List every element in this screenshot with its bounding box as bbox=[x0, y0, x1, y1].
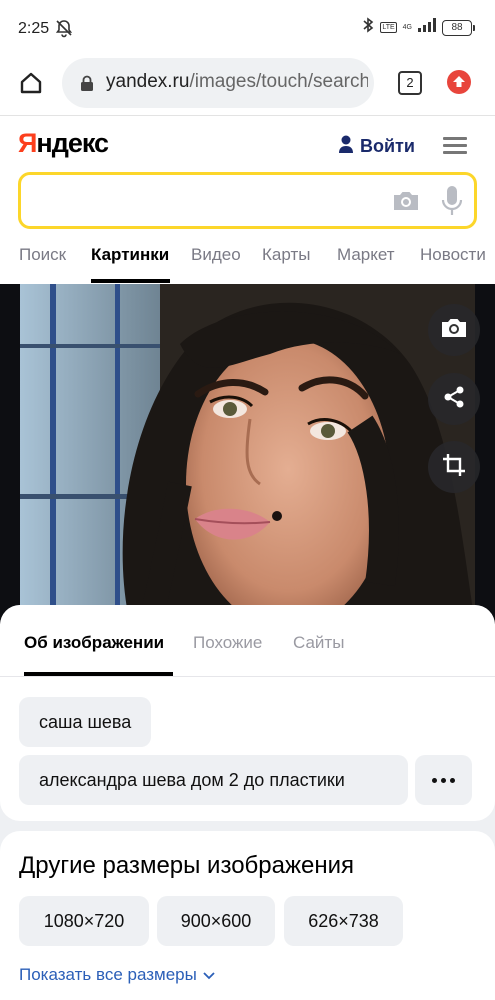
tag-chip[interactable]: александра шева дом 2 до пластики bbox=[19, 755, 408, 805]
share-icon bbox=[442, 385, 466, 414]
url-domain: yandex.ru bbox=[106, 71, 190, 92]
share-button[interactable] bbox=[428, 373, 480, 425]
mute-icon bbox=[54, 18, 74, 43]
camera-icon[interactable] bbox=[391, 189, 421, 218]
camera-search-button[interactable] bbox=[428, 304, 480, 356]
bluetooth-icon bbox=[362, 17, 374, 38]
search-input[interactable] bbox=[33, 185, 377, 217]
image-info-card: Об изображении Похожие Сайты саша шева а… bbox=[0, 605, 495, 821]
menu-icon[interactable] bbox=[443, 137, 467, 155]
size-chip[interactable]: 900×600 bbox=[157, 896, 275, 946]
url-path: /images/touch/search bbox=[189, 71, 368, 92]
camera-icon bbox=[440, 317, 468, 344]
tab-market[interactable]: Маркет bbox=[337, 245, 395, 265]
size-chip[interactable]: 1080×720 bbox=[19, 896, 149, 946]
info-tabs-divider bbox=[0, 676, 495, 677]
service-tabs: Поиск Картинки Видео Карты Маркет Новост… bbox=[0, 241, 495, 285]
address-bar[interactable]: yandex.ru/images/touch/search bbox=[62, 58, 374, 108]
more-tags-button[interactable] bbox=[415, 755, 472, 805]
url-text[interactable]: yandex.ru/images/touch/search bbox=[106, 71, 368, 93]
crop-icon bbox=[442, 453, 466, 482]
active-tab-indicator bbox=[91, 279, 170, 283]
login-label: Войти bbox=[360, 136, 415, 156]
tag-chip[interactable]: саша шева bbox=[19, 697, 152, 747]
show-all-sizes-label: Показать все размеры bbox=[19, 965, 197, 984]
more-icon bbox=[432, 777, 437, 783]
info-tabs: Об изображении Похожие Сайты bbox=[0, 605, 495, 677]
other-sizes-title: Другие размеры изображения bbox=[19, 852, 355, 879]
tab-similar[interactable]: Похожие bbox=[193, 633, 262, 653]
preview-image[interactable] bbox=[20, 284, 475, 624]
show-all-sizes-link[interactable]: Показать все размеры bbox=[19, 965, 215, 985]
mic-icon[interactable] bbox=[441, 185, 463, 222]
tab-about-image[interactable]: Об изображении bbox=[24, 633, 164, 653]
yandex-logo[interactable]: Яндекс bbox=[18, 128, 109, 159]
update-icon[interactable] bbox=[447, 70, 471, 94]
image-info-sheet: Об изображении Похожие Сайты саша шева а… bbox=[0, 605, 495, 1000]
lte-badge: LTE bbox=[380, 22, 397, 33]
tab-sites[interactable]: Сайты bbox=[293, 633, 344, 653]
battery-level: 88 bbox=[442, 19, 472, 36]
network-type: 4G bbox=[402, 24, 412, 31]
toolbar-divider bbox=[0, 115, 495, 116]
tabs-count-button[interactable]: 2 bbox=[398, 71, 422, 95]
browser-toolbar: yandex.ru/images/touch/search 2 bbox=[0, 58, 495, 108]
image-viewer bbox=[0, 284, 495, 624]
size-chip[interactable]: 626×738 bbox=[284, 896, 403, 946]
status-bar: 2:25 LTE 4G 88 bbox=[0, 0, 495, 58]
other-sizes-card: Другие размеры изображения 1080×720 900×… bbox=[0, 831, 495, 1000]
home-icon[interactable] bbox=[18, 70, 44, 96]
tab-video[interactable]: Видео bbox=[191, 245, 241, 265]
tab-maps[interactable]: Карты bbox=[262, 245, 310, 265]
crop-button[interactable] bbox=[428, 441, 480, 493]
tab-search[interactable]: Поиск bbox=[19, 245, 66, 265]
lock-icon bbox=[80, 75, 94, 97]
chevron-down-icon bbox=[203, 965, 215, 985]
tab-news[interactable]: Новости bbox=[420, 245, 486, 265]
tab-images[interactable]: Картинки bbox=[91, 245, 169, 265]
battery-icon: 88 bbox=[442, 19, 475, 36]
search-box[interactable] bbox=[18, 172, 477, 229]
signal-icon bbox=[418, 18, 436, 37]
user-icon bbox=[338, 134, 354, 159]
login-button[interactable]: Войти bbox=[338, 134, 415, 159]
status-time: 2:25 bbox=[18, 20, 50, 37]
